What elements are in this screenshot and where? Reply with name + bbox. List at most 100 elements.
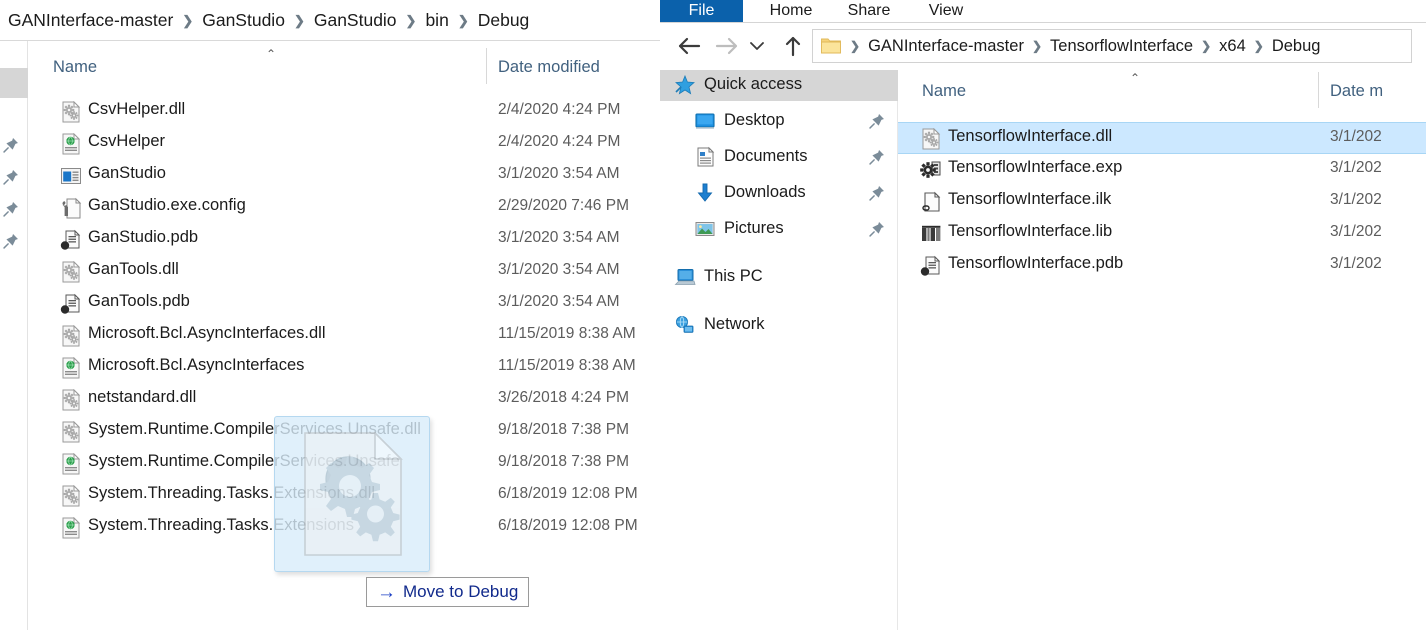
breadcrumb-segment[interactable]: bin: [425, 10, 448, 31]
column-header-name[interactable]: Name: [922, 82, 966, 101]
move-arrow-icon: →: [377, 581, 396, 603]
pin-icon[interactable]: [868, 112, 886, 130]
pin-icon[interactable]: [2, 168, 20, 186]
pin-icon[interactable]: [2, 200, 20, 218]
pin-icon[interactable]: [868, 184, 886, 202]
downloads-icon: [694, 182, 716, 204]
breadcrumb-segment[interactable]: GANInterface-master: [8, 10, 173, 31]
divider: [0, 40, 660, 41]
file-name: netstandard.dll: [88, 388, 197, 406]
file-date-modified: 3/26/2018 4:24 PM: [498, 389, 629, 406]
breadcrumb-segment[interactable]: x64: [1219, 37, 1246, 56]
breadcrumb-segment[interactable]: GanStudio: [314, 10, 397, 31]
xml-file-icon: [60, 452, 82, 475]
breadcrumb-left[interactable]: GANInterface-master ❯ GanStudio ❯ GanStudio ❯…: [0, 0, 660, 40]
file-date-modified: 11/15/2019 8:38 AM: [498, 325, 636, 342]
file-name: GanStudio.pdb: [88, 228, 199, 246]
file-row[interactable]: TensorflowInterface.lib 3/1/202: [898, 218, 1426, 250]
file-date-modified: 3/1/2020 3:54 AM: [498, 293, 620, 310]
drag-ghost-preview: [274, 416, 430, 572]
breadcrumb-separator-icon: ❯: [405, 13, 417, 28]
nav-pane-item-label: This PC: [704, 267, 763, 285]
forward-arrow-icon: [712, 31, 742, 61]
config-file-icon: [60, 197, 82, 219]
recent-locations-chevron-icon[interactable]: [746, 31, 768, 61]
nav-pane-item-pictures[interactable]: Pictures: [660, 214, 898, 245]
breadcrumb-separator-icon: ❯: [182, 13, 194, 28]
column-header-date-modified[interactable]: Date m: [1330, 82, 1383, 101]
breadcrumb-segment[interactable]: GanStudio: [202, 10, 285, 31]
nav-pane-item-documents[interactable]: Documents: [660, 142, 898, 173]
pdb-file-icon: [920, 255, 942, 277]
folder-icon: [820, 35, 842, 57]
file-list-right[interactable]: TensorflowInterface.dll 3/1/202 Tensorflow…: [898, 122, 1426, 302]
breadcrumb-segment[interactable]: Debug: [1272, 37, 1321, 56]
nav-pane-item-label: Network: [704, 315, 765, 333]
ribbon-tab-share[interactable]: Share: [836, 0, 902, 22]
nav-pane-item-this-pc[interactable]: This PC: [660, 262, 898, 293]
file-date-modified: 3/1/2020 3:54 AM: [498, 165, 620, 182]
address-bar[interactable]: ❯ GANInterface-master ❯ TensorflowInterface…: [812, 29, 1412, 63]
file-row[interactable]: TensorflowInterface.pdb 3/1/202: [898, 250, 1426, 282]
ilk-file-icon: [920, 191, 942, 213]
file-name: TensorflowInterface.lib: [948, 222, 1113, 240]
column-header-name[interactable]: Name: [53, 58, 97, 77]
ribbon-tab-home[interactable]: Home: [758, 0, 824, 22]
file-row[interactable]: GanStudio.pdb 3/1/2020 3:54 AM: [28, 224, 660, 256]
breadcrumb-segment[interactable]: TensorflowInterface: [1050, 37, 1193, 56]
sort-ascending-caret-icon: ⌃: [1130, 71, 1141, 85]
file-row[interactable]: TensorflowInterface.exp 3/1/202: [898, 154, 1426, 186]
back-arrow-icon[interactable]: [674, 31, 704, 61]
breadcrumb-segment[interactable]: GANInterface-master: [868, 37, 1024, 56]
breadcrumb-segment[interactable]: Debug: [478, 10, 530, 31]
breadcrumb-separator-icon: ❯: [1201, 39, 1212, 53]
column-headers-right: ⌃ Name Date m: [898, 70, 1426, 112]
move-to-debug-tooltip: → Move to Debug: [366, 577, 530, 607]
file-date-modified: 3/1/202: [1330, 191, 1382, 208]
file-name: TensorflowInterface.exp: [948, 158, 1123, 176]
file-row[interactable]: GanStudio.exe.config 2/29/2020 7:46 PM: [28, 192, 660, 224]
nav-pane-item-label: Quick access: [704, 75, 803, 93]
pin-icon[interactable]: [868, 220, 886, 238]
pin-icon[interactable]: [2, 232, 20, 250]
up-arrow-icon[interactable]: [778, 31, 808, 61]
nav-pane-item-network[interactable]: Network: [660, 310, 898, 341]
file-row[interactable]: GanTools.dll 3/1/2020 3:54 AM: [28, 256, 660, 288]
column-divider[interactable]: [1318, 72, 1319, 108]
screenshot-root: GANInterface-master ❯ GanStudio ❯ GanStudio ❯…: [0, 0, 1426, 630]
nav-selected-indicator[interactable]: [0, 68, 28, 98]
nav-pane-item-desktop[interactable]: Desktop: [660, 106, 898, 137]
column-header-date-modified[interactable]: Date modified: [498, 58, 600, 77]
file-row[interactable]: Microsoft.Bcl.AsyncInterfaces.dll 11/15/2…: [28, 320, 660, 352]
file-name: GanStudio: [88, 164, 166, 182]
dll-file-icon: [60, 100, 82, 123]
file-name: CsvHelper: [88, 132, 166, 150]
ribbon-tabs: File Home Share View: [660, 0, 1426, 22]
sort-ascending-caret-icon: ⌃: [266, 47, 277, 61]
pin-icon[interactable]: [868, 148, 886, 166]
ribbon-tab-view[interactable]: View: [918, 0, 974, 22]
pdb-file-icon: [60, 229, 82, 251]
pin-icon[interactable]: [2, 136, 20, 154]
file-name: TensorflowInterface.dll: [948, 127, 1113, 145]
nav-pane-item-downloads[interactable]: Downloads: [660, 178, 898, 209]
file-name: Microsoft.Bcl.AsyncInterfaces.dll: [88, 324, 326, 342]
file-name: TensorflowInterface.pdb: [948, 254, 1124, 272]
file-row[interactable]: TensorflowInterface.ilk 3/1/202: [898, 186, 1426, 218]
column-divider[interactable]: [486, 48, 487, 84]
ribbon-tab-file[interactable]: File: [660, 0, 743, 22]
file-row[interactable]: GanStudio 3/1/2020 3:54 AM: [28, 160, 660, 192]
file-name: GanStudio.exe.config: [88, 196, 246, 214]
file-row[interactable]: Microsoft.Bcl.AsyncInterfaces 11/15/2019 …: [28, 352, 660, 384]
file-row[interactable]: CsvHelper.dll 2/4/2020 4:24 PM: [28, 96, 660, 128]
breadcrumb-separator-icon: ❯: [850, 39, 861, 53]
file-row[interactable]: netstandard.dll 3/26/2018 4:24 PM: [28, 384, 660, 416]
navigation-pane: Quick access Desktop Documents Downloads Pic…: [660, 70, 898, 630]
file-row-selected[interactable]: TensorflowInterface.dll 3/1/202: [898, 122, 1426, 154]
dll-file-icon: [60, 420, 82, 443]
file-row[interactable]: GanTools.pdb 3/1/2020 3:54 AM: [28, 288, 660, 320]
file-name: TensorflowInterface.ilk: [948, 190, 1112, 208]
file-row[interactable]: CsvHelper 2/4/2020 4:24 PM: [28, 128, 660, 160]
nav-pane-item-quick-access[interactable]: Quick access: [660, 70, 898, 101]
file-date-modified: 6/18/2019 12:08 PM: [498, 517, 638, 534]
